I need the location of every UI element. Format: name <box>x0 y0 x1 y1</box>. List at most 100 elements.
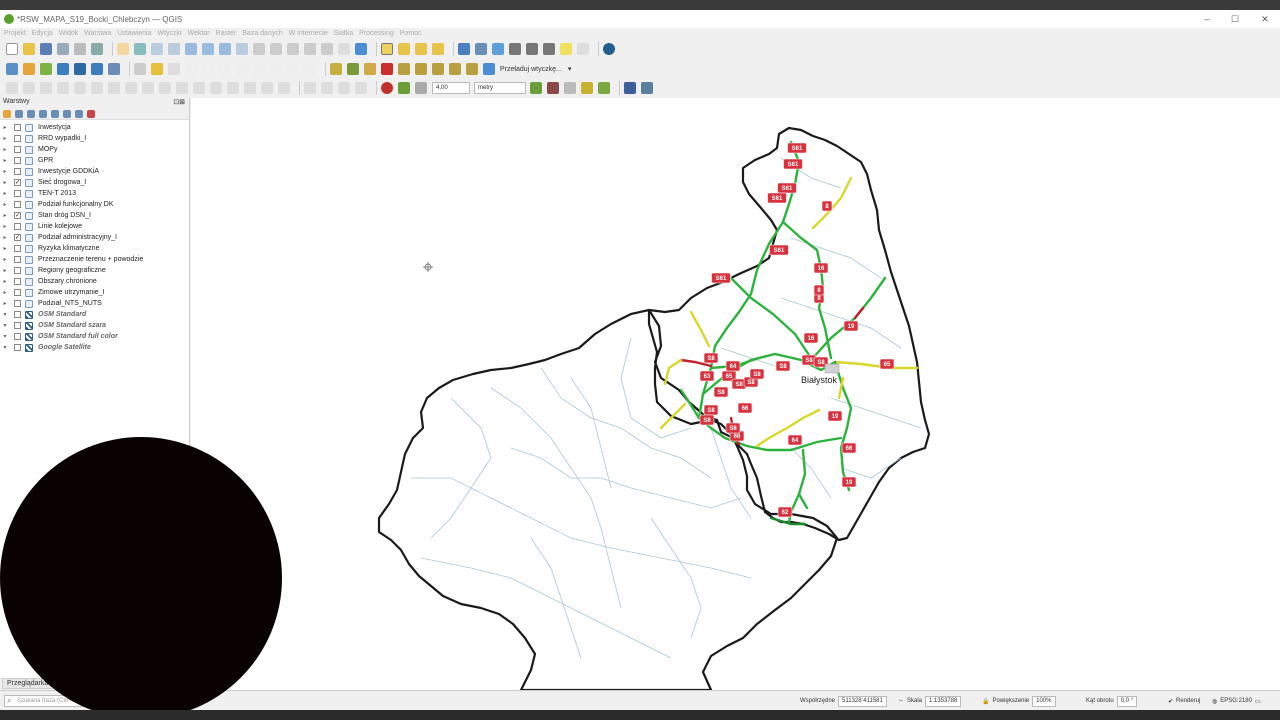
rotate-feature-icon[interactable] <box>193 82 205 94</box>
layer-row[interactable]: ▾ OSM Standard full color <box>0 331 189 342</box>
coordinates-field[interactable]: 511328 411581 <box>838 695 887 707</box>
layer-visibility-checkbox[interactable] <box>14 344 21 351</box>
layer-visibility-checkbox[interactable] <box>14 300 21 307</box>
circle-tool-icon[interactable] <box>304 82 316 94</box>
ellipse-tool-icon[interactable] <box>321 82 333 94</box>
lock-icon[interactable]: 🔒 <box>982 698 989 705</box>
menu-baza-danych[interactable]: Baza danych <box>242 30 282 37</box>
layer-visibility-checkbox[interactable] <box>14 168 21 175</box>
layer-row[interactable]: ▸ Podział funkcjonalny DK <box>0 199 189 210</box>
split-parts-icon[interactable] <box>227 82 239 94</box>
layer-row[interactable]: ▸ Obszary chronione <box>0 276 189 287</box>
zoom-out-icon[interactable] <box>168 43 180 55</box>
pan-hand-icon[interactable] <box>117 43 129 55</box>
expand-arrow-icon[interactable]: ▸ <box>0 190 10 197</box>
layer-visibility-checkbox[interactable] <box>14 289 21 296</box>
layer-row[interactable]: ▸ GPR <box>0 155 189 166</box>
new-project-icon[interactable] <box>6 43 18 55</box>
zoom-selection-icon[interactable] <box>202 43 214 55</box>
layer-visibility-checkbox[interactable] <box>14 256 21 263</box>
rotate-label-icon[interactable] <box>415 63 427 75</box>
layer-row[interactable]: ▸ TEN-T 2013 <box>0 188 189 199</box>
menu-w-internecie[interactable]: W internecie <box>289 30 328 37</box>
expand-arrow-icon[interactable]: ▸ <box>0 201 10 208</box>
layer-visibility-checkbox[interactable]: ✓ <box>14 234 21 241</box>
menu-processing[interactable]: Processing <box>359 30 394 37</box>
scale-field[interactable]: 1:1353788 <box>925 695 962 707</box>
menu-warstwa[interactable]: Warstwa <box>84 30 111 37</box>
filter-legend-icon[interactable] <box>39 109 47 118</box>
move-label-icon[interactable] <box>398 63 410 75</box>
measure-icon[interactable] <box>526 43 538 55</box>
layer-visibility-checkbox[interactable] <box>14 245 21 252</box>
merge-features-icon[interactable] <box>40 82 52 94</box>
add-wms-icon[interactable] <box>91 63 103 75</box>
manage-themes-icon[interactable] <box>27 109 35 118</box>
zoom-full-icon[interactable] <box>185 43 197 55</box>
crs-globe-icon[interactable]: ◍ <box>1212 698 1217 705</box>
add-vector-icon[interactable] <box>40 63 52 75</box>
expand-arrow-icon[interactable]: ▸ <box>0 267 10 274</box>
menu-wektor[interactable]: Wektor <box>188 30 210 37</box>
layer-visibility-checkbox[interactable] <box>14 201 21 208</box>
layer-row[interactable]: ▸ Przeznaczenie terenu + powodzie <box>0 254 189 265</box>
avoid-overlap-icon[interactable] <box>564 82 576 94</box>
simplify-icon[interactable] <box>91 82 103 94</box>
diagram-icon[interactable] <box>449 63 461 75</box>
maximize-button[interactable]: ☐ <box>1220 10 1250 28</box>
reload-plugin-button[interactable]: Przeładuj wtyczkę... <box>500 66 562 73</box>
expand-arrow-icon[interactable]: ▸ <box>0 146 10 153</box>
open-project-icon[interactable] <box>23 43 35 55</box>
split-features-icon[interactable] <box>23 82 35 94</box>
save-project-icon[interactable] <box>40 43 52 55</box>
layout-manager-icon[interactable] <box>91 43 103 55</box>
topological-editing-icon[interactable] <box>530 82 542 94</box>
expand-all-icon[interactable] <box>63 109 71 118</box>
delete-part-icon[interactable] <box>176 82 188 94</box>
filter-expression-icon[interactable] <box>51 109 59 118</box>
layer-row[interactable]: ▾ OSM Standard szara <box>0 320 189 331</box>
scale-lock-icon[interactable]: ⇔ <box>898 698 904 704</box>
zoom-in-icon[interactable] <box>151 43 163 55</box>
polygon-tool-icon[interactable] <box>355 82 367 94</box>
reshape-icon[interactable] <box>74 82 86 94</box>
expand-arrow-icon[interactable]: ▸ <box>0 289 10 296</box>
snap-intersection-icon[interactable] <box>547 82 559 94</box>
add-postgis-icon[interactable] <box>74 63 86 75</box>
add-raster-icon[interactable] <box>57 63 69 75</box>
tracing-icon[interactable] <box>598 82 610 94</box>
expand-arrow-icon[interactable]: ▾ <box>0 344 10 351</box>
scale-feature-icon[interactable] <box>210 82 222 94</box>
expand-arrow-icon[interactable]: ▸ <box>0 212 10 219</box>
redo-icon[interactable] <box>304 63 316 75</box>
new-layer-icon[interactable] <box>23 63 35 75</box>
expand-arrow-icon[interactable]: ▸ <box>0 256 10 263</box>
copy-features-icon[interactable] <box>253 63 265 75</box>
rectangle-tool-icon[interactable] <box>338 82 350 94</box>
snapping-magnet-icon[interactable] <box>381 82 393 94</box>
expand-arrow-icon[interactable]: ▸ <box>0 135 10 142</box>
label-highlight-icon[interactable] <box>381 63 393 75</box>
menu-wtyczki[interactable]: Wtyczki <box>157 30 181 37</box>
menu-widok[interactable]: Widok <box>59 30 78 37</box>
attribute-table-icon[interactable] <box>475 43 487 55</box>
add-group-icon[interactable] <box>15 109 23 118</box>
layer-row[interactable]: ▸ ✓ Podział administracyjny_I <box>0 232 189 243</box>
show-hide-labels-icon[interactable] <box>364 63 376 75</box>
save-as-icon[interactable] <box>57 43 69 55</box>
text-annotation-icon[interactable] <box>577 43 589 55</box>
plugin-tool-icon[interactable] <box>641 82 653 94</box>
layer-visibility-checkbox[interactable] <box>14 267 21 274</box>
current-edits-icon[interactable] <box>134 63 146 75</box>
layer-visibility-checkbox[interactable] <box>14 322 21 329</box>
save-edits-icon[interactable] <box>168 63 180 75</box>
layer-row[interactable]: ▸ Zimowe utrzymanie_I <box>0 287 189 298</box>
add-part-icon[interactable] <box>125 82 137 94</box>
deselect-icon[interactable] <box>415 43 427 55</box>
layer-visibility-checkbox[interactable] <box>14 146 21 153</box>
layer-row[interactable]: ▸ Podział_NTS_NUTS <box>0 298 189 309</box>
change-label-icon[interactable] <box>432 63 444 75</box>
layer-visibility-checkbox[interactable] <box>14 157 21 164</box>
expand-arrow-icon[interactable]: ▸ <box>0 179 10 186</box>
snap-mode-icon[interactable] <box>415 82 427 94</box>
